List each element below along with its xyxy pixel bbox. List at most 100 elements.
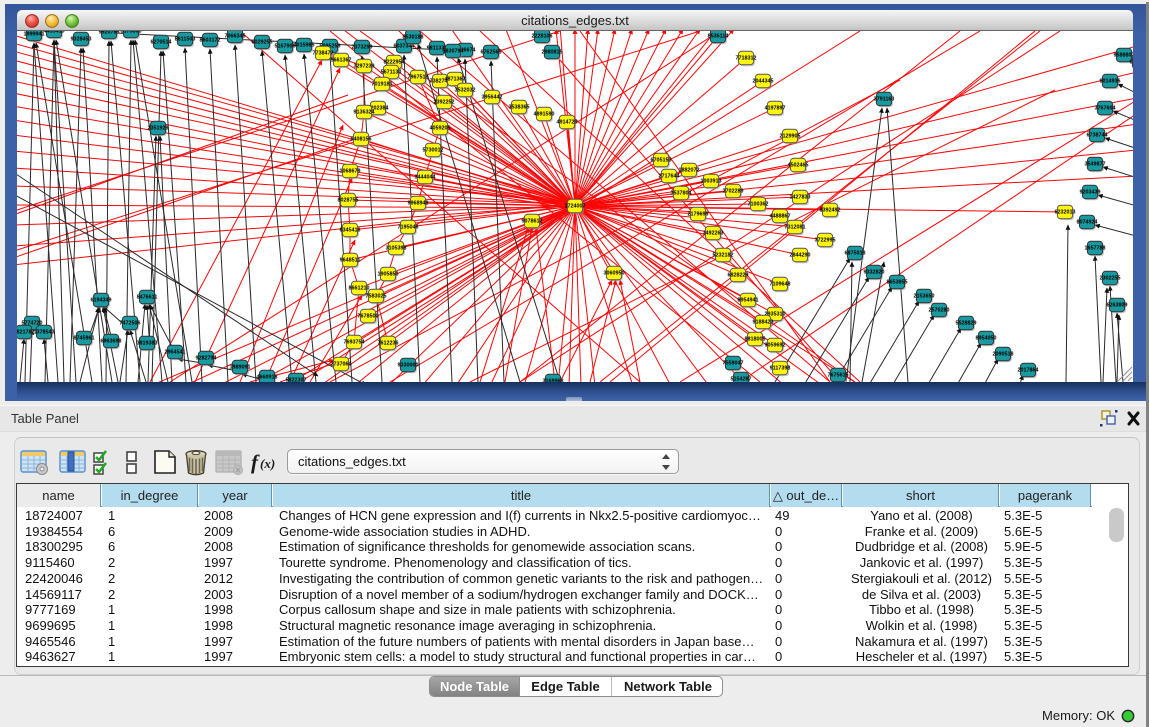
svg-text:2228106: 2228106 xyxy=(532,34,553,40)
svg-text:2153650: 2153650 xyxy=(914,294,935,300)
svg-text:2373299: 2373299 xyxy=(352,45,373,51)
svg-text:8530188: 8530188 xyxy=(403,35,424,41)
svg-text:2302255: 2302255 xyxy=(1100,276,1121,282)
svg-text:9648511: 9648511 xyxy=(340,258,361,264)
svg-text:9330000: 9330000 xyxy=(398,363,419,369)
svg-text:6963698: 6963698 xyxy=(101,339,122,345)
svg-text:1068679: 1068679 xyxy=(340,169,361,175)
svg-text:6821782: 6821782 xyxy=(17,330,35,336)
svg-text:5671130: 5671130 xyxy=(381,70,402,76)
svg-text:4059205: 4059205 xyxy=(430,126,451,132)
svg-text:1003913: 1003913 xyxy=(701,179,722,185)
svg-text:8074924: 8074924 xyxy=(1077,220,1098,226)
svg-text:3538365: 3538365 xyxy=(509,105,530,111)
svg-text:4914729: 4914729 xyxy=(557,120,578,126)
svg-text:5830794: 5830794 xyxy=(443,49,464,55)
svg-text:4488867: 4488867 xyxy=(770,214,791,220)
svg-text:3532032: 3532032 xyxy=(455,88,476,94)
svg-text:1989091: 1989091 xyxy=(230,365,251,371)
svg-text:7583025: 7583025 xyxy=(366,294,387,300)
svg-text:3537804: 3537804 xyxy=(671,191,692,197)
svg-text:2737064: 2737064 xyxy=(331,362,352,368)
svg-text:4660918: 4660918 xyxy=(257,375,278,381)
svg-text:3819383: 3819383 xyxy=(137,341,158,347)
svg-text:6232013: 6232013 xyxy=(1055,210,1076,216)
svg-text:7675615: 7675615 xyxy=(828,373,849,379)
svg-text:2129905: 2129905 xyxy=(780,134,801,140)
svg-text:3060950: 3060950 xyxy=(604,271,625,277)
svg-text:8392492: 8392492 xyxy=(820,208,841,214)
svg-text:7312081: 7312081 xyxy=(785,225,806,231)
svg-text:7738472: 7738472 xyxy=(313,51,334,57)
svg-text:2702289: 2702289 xyxy=(723,189,744,195)
svg-text:2844290: 2844290 xyxy=(790,253,811,259)
svg-text:2090518: 2090518 xyxy=(993,352,1014,358)
svg-text:6875018: 6875018 xyxy=(845,251,866,257)
svg-text:1999941: 1999941 xyxy=(24,32,45,38)
svg-text:3791163: 3791163 xyxy=(874,97,895,103)
svg-text:4197897: 4197897 xyxy=(765,106,786,112)
svg-text:9968948: 9968948 xyxy=(408,201,429,207)
svg-text:7066345: 7066345 xyxy=(225,34,246,40)
svg-text:9588807: 9588807 xyxy=(1114,53,1134,59)
svg-text:6706306: 6706306 xyxy=(1130,60,1134,66)
svg-text:3722995: 3722995 xyxy=(815,238,836,244)
svg-text:2717644: 2717644 xyxy=(659,174,680,180)
svg-text:5408156: 5408156 xyxy=(351,137,372,143)
svg-text:8173808: 8173808 xyxy=(121,31,142,35)
svg-text:1427833: 1427833 xyxy=(790,195,811,201)
svg-text:4015985: 4015985 xyxy=(294,43,315,49)
svg-text:2044345: 2044345 xyxy=(753,79,774,85)
svg-text:8653855: 8653855 xyxy=(887,280,908,286)
svg-text:8536114: 8536114 xyxy=(708,34,729,40)
svg-text:7109648: 7109648 xyxy=(770,282,791,288)
svg-text:7559047: 7559047 xyxy=(723,361,744,367)
svg-text:f: f xyxy=(251,450,260,474)
svg-text:6762565: 6762565 xyxy=(481,50,502,56)
svg-text:8476611: 8476611 xyxy=(137,295,158,301)
svg-text:6029255: 6029255 xyxy=(252,40,273,46)
svg-text:8028755: 8028755 xyxy=(338,198,359,204)
svg-text:3297239: 3297239 xyxy=(354,64,375,70)
svg-text:4871367: 4871367 xyxy=(445,77,466,83)
svg-text:8661210: 8661210 xyxy=(349,286,370,292)
svg-text:3105398: 3105398 xyxy=(386,246,407,252)
svg-text:6345416: 6345416 xyxy=(340,228,361,234)
svg-text:9328453: 9328453 xyxy=(71,37,92,43)
svg-text:1882072: 1882072 xyxy=(679,168,700,174)
svg-text:2570280: 2570280 xyxy=(929,308,950,314)
svg-text:(x): (x) xyxy=(260,456,275,471)
svg-text:2017864: 2017864 xyxy=(1018,368,1039,374)
svg-text:3444044: 3444044 xyxy=(415,175,436,181)
svg-text:9117398: 9117398 xyxy=(770,366,791,372)
svg-text:1378543: 1378543 xyxy=(34,330,55,336)
svg-text:8954941: 8954941 xyxy=(738,298,759,304)
svg-text:8745961: 8745961 xyxy=(74,336,95,342)
svg-text:5232182: 5232182 xyxy=(713,253,734,259)
svg-text:7967519: 7967519 xyxy=(408,75,429,81)
svg-text:7195046: 7195046 xyxy=(398,225,419,231)
svg-text:3549877: 3549877 xyxy=(1085,162,1106,168)
svg-text:7100362: 7100362 xyxy=(748,202,769,208)
svg-text:9059692: 9059692 xyxy=(765,343,786,349)
svg-text:5730012: 5730012 xyxy=(423,148,444,154)
svg-text:6705153: 6705153 xyxy=(651,158,672,164)
svg-text:8811503: 8811503 xyxy=(175,37,196,43)
svg-text:5167906: 5167906 xyxy=(275,44,296,50)
svg-text:2179699: 2179699 xyxy=(688,212,709,218)
svg-text:6263809: 6263809 xyxy=(1107,303,1128,309)
svg-text:9332820: 9332820 xyxy=(864,270,885,276)
svg-text:1657788: 1657788 xyxy=(1085,246,1106,252)
svg-text:8818005: 8818005 xyxy=(745,337,766,343)
svg-text:9136324: 9136324 xyxy=(354,110,375,116)
svg-text:6738744: 6738744 xyxy=(1087,133,1108,139)
svg-text:7693754: 7693754 xyxy=(344,340,365,346)
svg-text:9188423: 9188423 xyxy=(753,320,774,326)
svg-text:3767604: 3767604 xyxy=(1095,106,1116,112)
svg-text:3956442: 3956442 xyxy=(482,95,503,101)
svg-text:2351929: 2351929 xyxy=(148,126,169,132)
svg-text:7678500: 7678500 xyxy=(358,314,379,320)
svg-text:4455413: 4455413 xyxy=(44,31,65,35)
svg-text:2392252: 2392252 xyxy=(434,100,455,106)
svg-text:7718312: 7718312 xyxy=(736,56,757,62)
